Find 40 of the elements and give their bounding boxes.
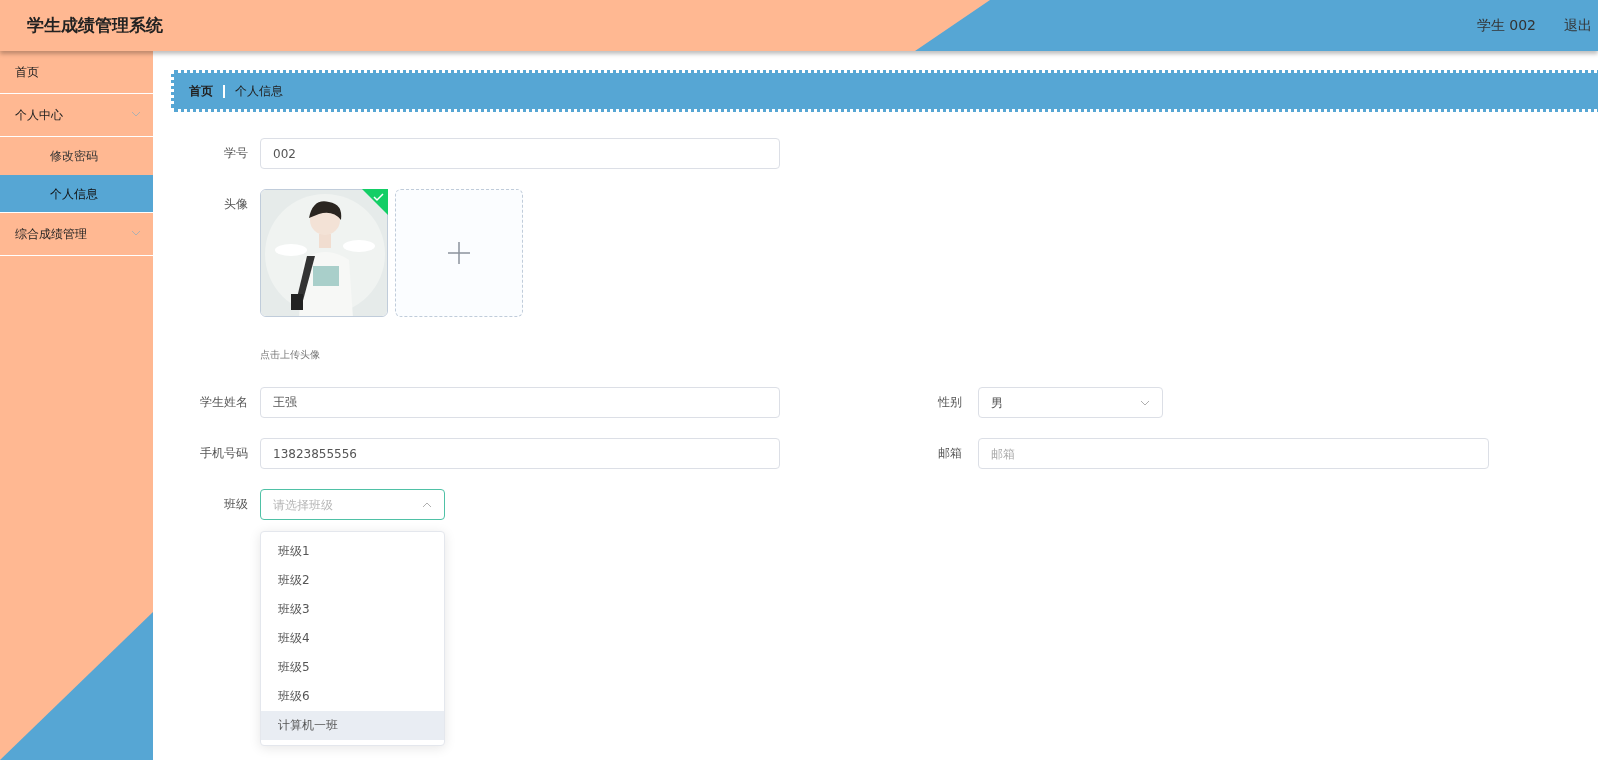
menu-label: 首页	[15, 64, 39, 81]
text-field[interactable]: 邮箱	[978, 438, 1489, 469]
text-field[interactable]: 002	[260, 138, 780, 169]
sidebar-subitem[interactable]: 个人信息	[0, 175, 153, 213]
menu-label: 综合成绩管理	[15, 226, 87, 243]
sidebar-item[interactable]: 首页	[0, 51, 153, 94]
upload-button[interactable]	[395, 189, 523, 317]
app-title: 学生成绩管理系统	[27, 13, 163, 37]
sidebar-subitem[interactable]: 修改密码	[0, 137, 153, 175]
field-label: 头像	[223, 196, 248, 213]
chevron-icon	[131, 111, 141, 117]
text-field[interactable]: 13823855556	[260, 438, 780, 469]
breadcrumb-current: 个人信息	[235, 83, 283, 100]
caret-icon	[1140, 399, 1150, 406]
breadcrumb-link[interactable]: 首页	[189, 82, 213, 100]
dropdown-option[interactable]: 班级6	[261, 682, 444, 711]
select-field[interactable]: 男	[978, 387, 1163, 418]
caret-icon	[422, 501, 432, 508]
field-label: 性别	[937, 394, 962, 411]
field-label: 手机号码	[199, 445, 248, 462]
text-field[interactable]: 王强	[260, 387, 780, 418]
dropdown-option[interactable]: 班级2	[261, 566, 444, 595]
dropdown-option[interactable]: 班级3	[261, 595, 444, 624]
field-label: 学号	[223, 145, 248, 162]
breadcrumb-separator	[223, 84, 225, 98]
check-badge-icon	[362, 189, 388, 215]
field-label: 班级	[223, 496, 248, 513]
logout-link[interactable]: 退出	[1564, 15, 1592, 36]
user-name: 学生 002	[1476, 16, 1536, 35]
dropdown-option[interactable]: 班级5	[261, 653, 444, 682]
sidebar-menu-item[interactable]: 综合成绩管理	[0, 213, 153, 256]
field-label: 邮箱	[937, 445, 962, 462]
field-label: 学生姓名	[199, 394, 248, 411]
upload-hint: 点击上传头像	[260, 348, 321, 362]
menu-label: 个人中心	[15, 107, 63, 124]
dropdown-option[interactable]: 计算机一班	[261, 711, 444, 740]
sidebar-menu-item[interactable]: 个人中心	[0, 94, 153, 137]
plus-icon	[448, 242, 470, 264]
dropdown-option[interactable]: 班级4	[261, 624, 444, 653]
dropdown-option[interactable]: 班级1	[261, 537, 444, 566]
